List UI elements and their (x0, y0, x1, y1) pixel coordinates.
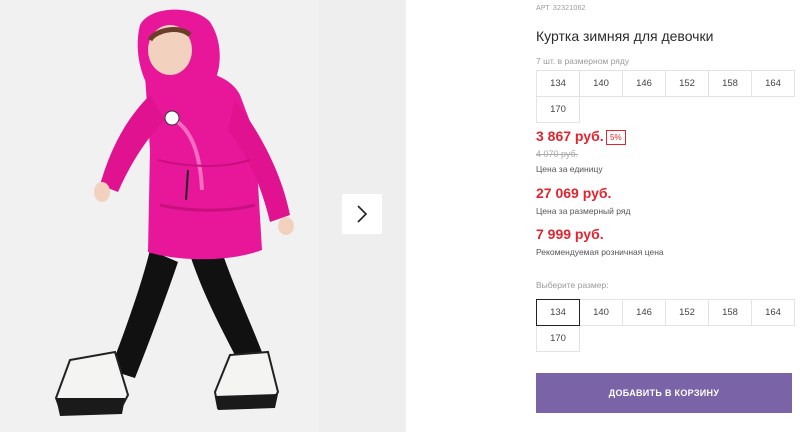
size-option-170[interactable]: 170 (536, 325, 580, 352)
discount-badge: 5% (606, 130, 626, 145)
size-option-158[interactable]: 158 (708, 299, 752, 326)
size-row-cell: 152 (665, 70, 709, 97)
product-title: Куртка зимняя для девочки (536, 28, 714, 44)
size-row-cell: 170 (536, 96, 580, 123)
product-photo (0, 0, 319, 432)
recommended-price: 7 999 руб. (536, 226, 604, 242)
size-picker: 134 140 146 152 158 164 170 (536, 299, 795, 352)
size-option-146[interactable]: 146 (622, 299, 666, 326)
next-photo-button[interactable] (342, 194, 382, 234)
size-row-cell: 164 (751, 70, 795, 97)
row-price: 27 069 руб. (536, 185, 612, 201)
size-option-140[interactable]: 140 (579, 299, 623, 326)
article-value: 32321062 (552, 5, 586, 12)
add-to-cart-button[interactable]: ДОБАВИТЬ В КОРЗИНУ (536, 373, 792, 413)
size-option-134[interactable]: 134 (536, 299, 580, 326)
size-row-cell: 146 (622, 70, 666, 97)
article-label: АРТ (536, 5, 550, 12)
unit-price: 3 867 руб. (536, 128, 604, 144)
size-picker-label: Выберите размер: (536, 280, 609, 290)
size-option-152[interactable]: 152 (665, 299, 709, 326)
size-row-cell: 140 (579, 70, 623, 97)
size-row-cell: 158 (708, 70, 752, 97)
size-row-label: 7 шт. в размерном ряду (536, 56, 630, 66)
size-option-164[interactable]: 164 (751, 299, 795, 326)
old-price: 4 070 руб. (536, 149, 579, 159)
article-number: АРТ 32321062 (536, 5, 589, 12)
unit-price-caption: Цена за единицу (536, 164, 603, 174)
row-price-caption: Цена за размерный ряд (536, 206, 631, 216)
size-row-grid: 134 140 146 152 158 164 170 (536, 70, 795, 123)
recommended-price-caption: Рекомендуемая розничная цена (536, 247, 664, 257)
size-row-cell: 134 (536, 70, 580, 97)
product-photo-illustration (0, 0, 319, 432)
chevron-right-icon (357, 205, 368, 223)
